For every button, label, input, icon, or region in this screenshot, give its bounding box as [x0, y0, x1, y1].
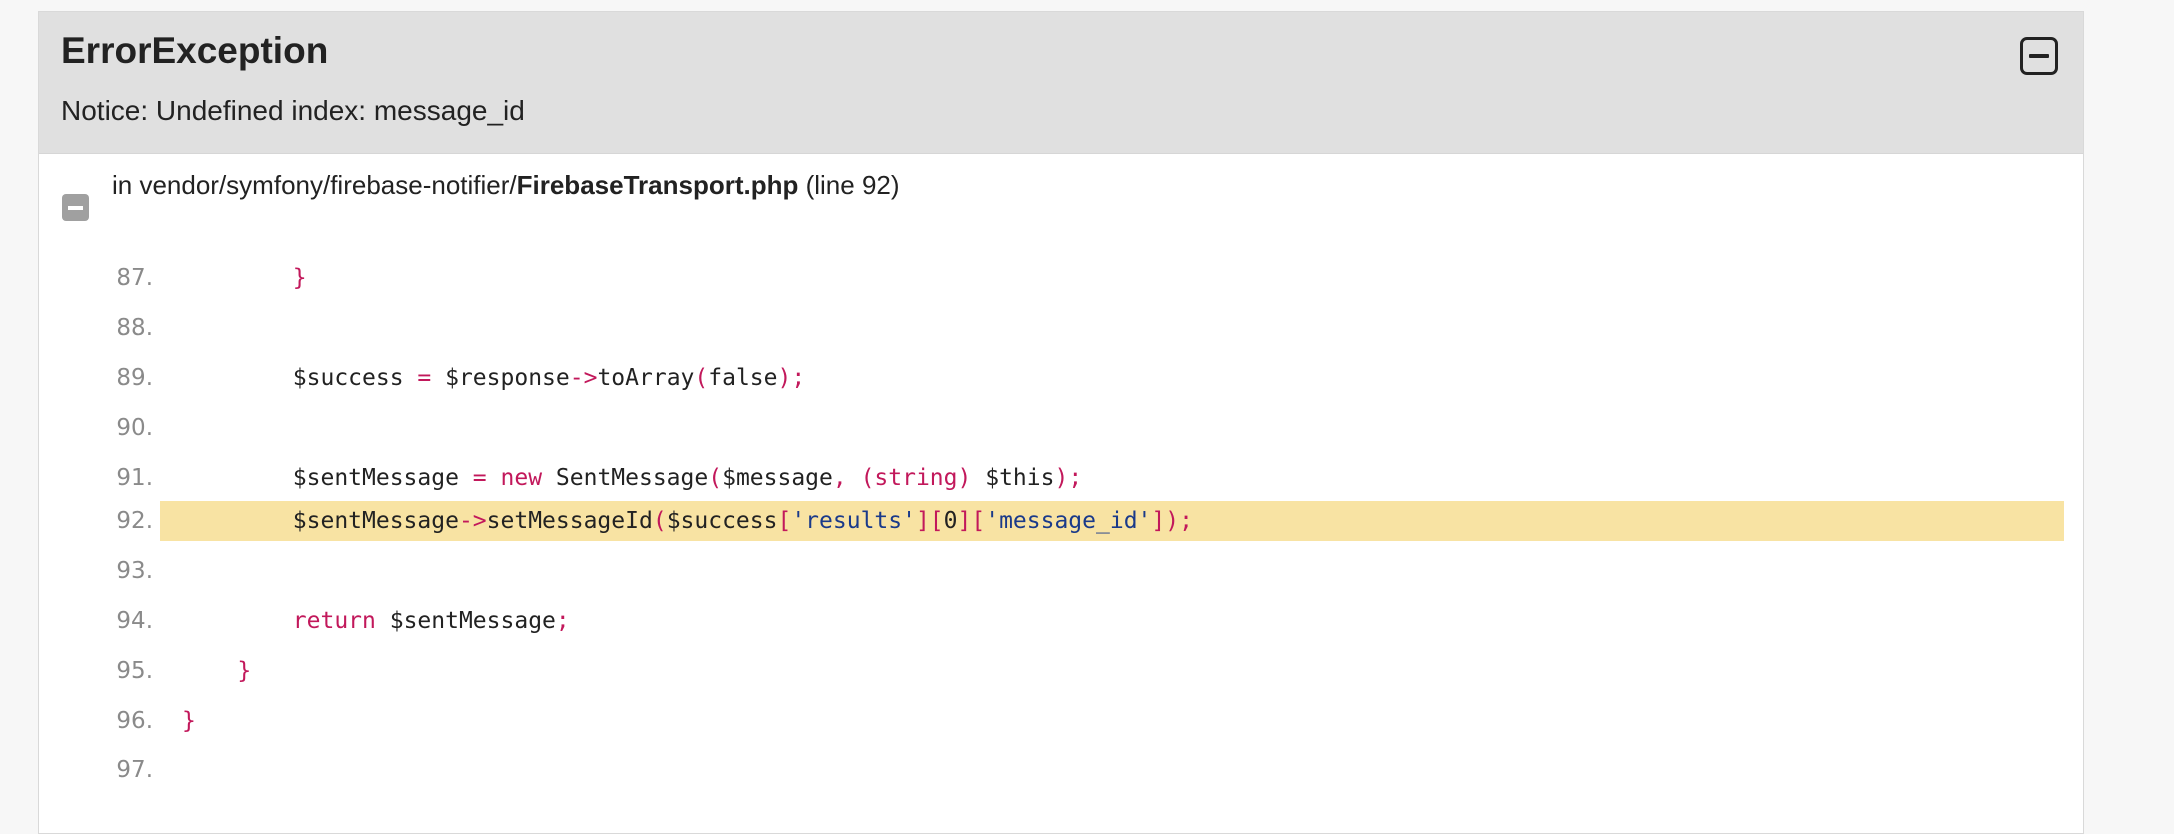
code-line: 97.	[39, 750, 2083, 790]
code-line: 91. $sentMessage = new SentMessage($mess…	[39, 458, 2083, 498]
code-line: 88.	[39, 308, 2083, 348]
minus-bar	[2029, 54, 2049, 58]
exception-message: Notice: Undefined index: message_id	[61, 95, 525, 126]
line-number: 95.	[116, 658, 153, 684]
exception-panel: ErrorException Notice: Undefined index: …	[38, 11, 2084, 834]
code-line: 96.}	[39, 701, 2083, 741]
line-number: 90.	[116, 415, 153, 441]
trace-toggle-icon[interactable]	[62, 194, 89, 221]
line-number: 94.	[116, 608, 153, 634]
code-line: 89. $success = $response->toArray(false)…	[39, 358, 2083, 398]
code-line: 95. }	[39, 651, 2083, 691]
line-number: 91.	[116, 465, 153, 491]
code-line: 93.	[39, 551, 2083, 591]
line-number: 96.	[116, 708, 153, 734]
line-source: }	[237, 658, 252, 684]
line-number: 93.	[116, 558, 153, 584]
exception-header: ErrorException Notice: Undefined index: …	[39, 12, 2083, 154]
line-source: $sentMessage->setMessageId($success['res…	[182, 508, 1193, 534]
line-source: $success = $response->toArray(false);	[182, 365, 806, 391]
code-line: 90.	[39, 408, 2083, 448]
line-number: 87.	[116, 265, 153, 291]
line-number: 88.	[116, 315, 153, 341]
minus-square-icon[interactable]	[2020, 37, 2058, 75]
exception-class: ErrorException	[61, 30, 329, 71]
line-number: 97.	[116, 757, 153, 783]
trace-location: in vendor/symfony/firebase-notifier/Fire…	[112, 170, 900, 201]
line-source: }	[182, 708, 196, 734]
line-source: return $sentMessage;	[292, 608, 570, 634]
trace-file: FirebaseTransport.php	[516, 170, 799, 200]
code-line-highlighted: 92. $sentMessage->setMessageId($success[…	[39, 501, 2083, 541]
line-source: $sentMessage = new SentMessage($message,…	[182, 465, 1083, 491]
line-number: 92.	[116, 508, 153, 534]
line-number: 89.	[116, 365, 153, 391]
code-line: 87. }	[39, 258, 2083, 298]
trace-line: (line 92)	[805, 170, 900, 200]
code-line: 94. return $sentMessage;	[39, 601, 2083, 641]
minus-bar	[68, 206, 83, 210]
trace-path: in vendor/symfony/firebase-notifier/	[112, 170, 517, 200]
line-source: }	[292, 265, 307, 291]
